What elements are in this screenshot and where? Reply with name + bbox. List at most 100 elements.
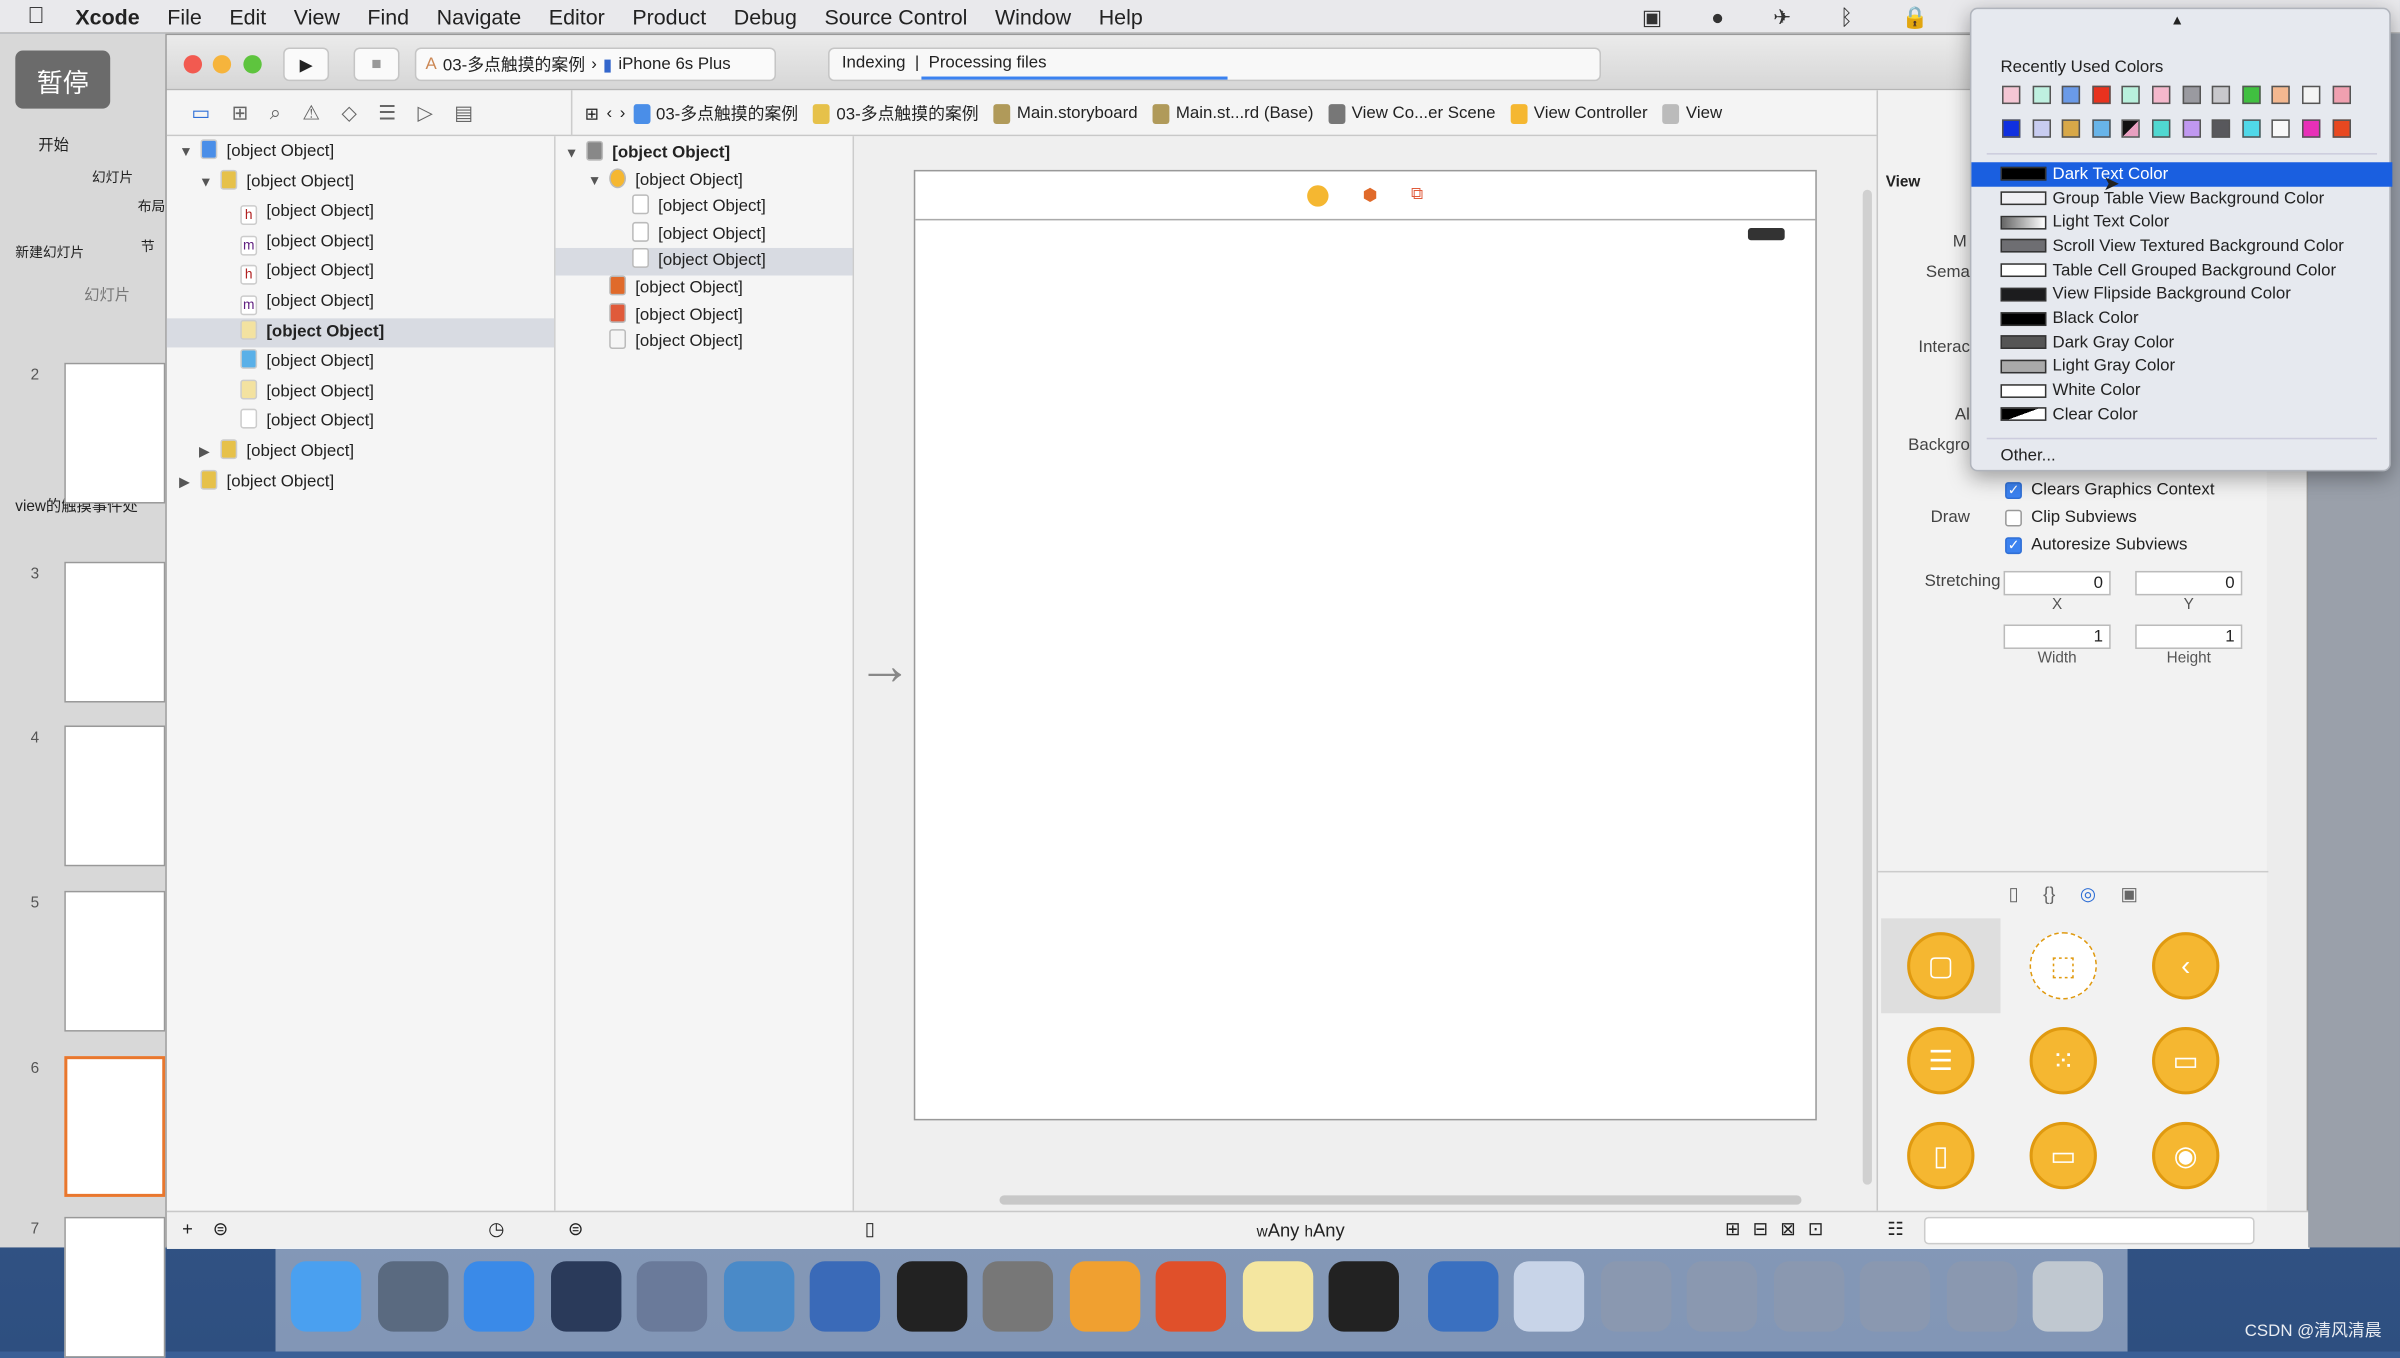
library-object[interactable]: ▭: [2126, 1013, 2245, 1108]
outline-item[interactable]: [object Object]: [556, 302, 853, 329]
ppt-slides-tab[interactable]: 幻灯片: [84, 282, 130, 305]
recent-color-swatch[interactable]: [2092, 85, 2111, 105]
navigator-item[interactable]: [object Object]: [166, 317, 555, 348]
storyboard-canvas[interactable]: → ⬢ ⧉: [854, 136, 1877, 1211]
outline-item[interactable]: ▼ [object Object]: [556, 140, 853, 168]
color-menu-item[interactable]: Scroll View Textured Background Color: [1971, 234, 2392, 258]
first-responder-icon[interactable]: ⬢: [1363, 185, 1378, 205]
dock-window2-icon[interactable]: [1686, 1261, 1758, 1332]
outline-item[interactable]: [object Object]: [555, 248, 853, 276]
slide-thumbnail[interactable]: [64, 362, 166, 504]
search-icon[interactable]: ⌕: [270, 101, 281, 125]
close-button[interactable]: [183, 55, 203, 74]
recent-color-swatch[interactable]: [2092, 119, 2111, 138]
library-object[interactable]: ▯: [1881, 1108, 2000, 1203]
library-object[interactable]: ⬚: [2004, 918, 2123, 1013]
slide-thumbnail[interactable]: [64, 1216, 166, 1358]
outline-item[interactable]: [object Object]: [556, 194, 853, 222]
dock-preview-icon[interactable]: [1513, 1261, 1585, 1332]
slide-thumbnail[interactable]: [64, 725, 166, 867]
recent-color-swatch[interactable]: [2062, 85, 2081, 105]
library-filter-input[interactable]: [1923, 1216, 2255, 1245]
layout-tools-icon[interactable]: ⊞⊟⊠⊡: [1725, 1218, 1836, 1239]
dock-terminal-icon[interactable]: [896, 1261, 967, 1332]
dock-finder-icon[interactable]: [290, 1261, 362, 1332]
color-menu-item[interactable]: Clear Color: [1971, 403, 2392, 427]
slide-thumbnail[interactable]: [64, 561, 166, 703]
dock-window3-icon[interactable]: [1773, 1261, 1844, 1332]
minimize-button[interactable]: [212, 55, 232, 74]
other-color-item[interactable]: Other...: [2000, 447, 2055, 465]
navigator-item[interactable]: ▶ [object Object]: [167, 438, 554, 468]
view-controller-scene[interactable]: ⬢ ⧉: [913, 169, 1817, 1121]
test-icon[interactable]: ◇: [342, 101, 357, 125]
menu-navigate[interactable]: Navigate: [437, 4, 522, 28]
menu-source-control[interactable]: Source Control: [824, 4, 967, 28]
checkbox[interactable]: [2005, 508, 2022, 526]
dock-trash-icon[interactable]: [2032, 1261, 2104, 1332]
stop-button[interactable]: ■: [353, 47, 400, 82]
recent-color-swatch[interactable]: [2242, 119, 2261, 138]
dock-powerpoint-p-icon[interactable]: [1155, 1261, 1227, 1332]
menu-view[interactable]: View: [294, 4, 340, 28]
color-menu-item[interactable]: Table Cell Grouped Background Color: [1971, 258, 2392, 282]
slide-thumbnail[interactable]: [64, 1056, 166, 1197]
recent-color-swatch[interactable]: [2002, 119, 2021, 138]
recent-color-swatch[interactable]: [2272, 85, 2291, 105]
outline-item[interactable]: [object Object]: [556, 221, 853, 249]
stretch-x-field[interactable]: 0: [2003, 570, 2111, 596]
checkbox-clears-graphics-context[interactable]: ✓ Clears Graphics Context: [2005, 481, 2215, 499]
dock-mouse-icon[interactable]: [550, 1261, 621, 1332]
navigator-item[interactable]: ▶ [object Object]: [167, 468, 554, 498]
library-object[interactable]: ◉: [2126, 1108, 2245, 1203]
recent-icon[interactable]: ◷: [488, 1218, 504, 1239]
menu-file[interactable]: File: [167, 4, 202, 28]
dock-quicktime-icon[interactable]: [1427, 1261, 1498, 1332]
library-object[interactable]: ▢: [1881, 918, 2001, 1014]
ppt-section[interactable]: 节: [141, 236, 155, 256]
library-object[interactable]: ☰: [1881, 1013, 2000, 1108]
forward-icon[interactable]: ›: [620, 104, 626, 122]
jump-bar-item[interactable]: 03-多点触摸的案例: [813, 101, 979, 125]
color-menu-item[interactable]: Dark Gray Color: [1971, 330, 2392, 354]
stretch-width-field[interactable]: 1: [2003, 624, 2111, 649]
ppt-tab-home[interactable]: 开始: [38, 132, 69, 155]
navigator-item[interactable]: m [object Object]: [167, 288, 554, 318]
play-icon[interactable]: ●: [1711, 5, 1724, 31]
vertical-scrollbar[interactable]: [1862, 189, 1872, 1185]
recent-color-swatch[interactable]: [2332, 119, 2351, 138]
scheme-selector[interactable]: A 03-多点触摸的案例 › ▮ iPhone 6s Plus: [414, 47, 777, 82]
hierarchy-icon[interactable]: ⊞: [232, 101, 249, 125]
recent-color-swatch[interactable]: [2122, 119, 2141, 138]
navigator-item[interactable]: h [object Object]: [167, 198, 554, 228]
recent-color-swatch[interactable]: [2182, 85, 2201, 105]
navigator-item[interactable]: [object Object]: [167, 408, 554, 438]
color-menu-item[interactable]: Black Color: [1971, 306, 2392, 330]
back-icon[interactable]: ‹: [606, 104, 612, 122]
dock-system-preferences-icon[interactable]: [982, 1261, 1054, 1332]
recent-color-swatch[interactable]: [2212, 119, 2231, 138]
dock-notes-icon[interactable]: [1242, 1261, 1313, 1332]
recent-color-swatch[interactable]: [2212, 85, 2231, 105]
breakpoint-icon[interactable]: ▷: [418, 101, 433, 125]
jump-bar-item[interactable]: 03-多点触摸的案例: [632, 101, 798, 125]
recent-color-swatch[interactable]: [2002, 85, 2021, 105]
bluetooth-icon[interactable]: ᛒ: [1840, 5, 1853, 31]
code-snippet-icon[interactable]: {}: [2043, 882, 2055, 903]
recent-color-swatch[interactable]: [2152, 85, 2171, 105]
navigator-item[interactable]: m [object Object]: [167, 228, 554, 258]
dock-xcode-icon[interactable]: [723, 1261, 794, 1332]
recent-color-swatch[interactable]: [2032, 85, 2051, 105]
list-view-icon[interactable]: ☷: [1887, 1218, 1903, 1239]
add-icon[interactable]: +: [182, 1218, 193, 1239]
recent-color-swatch[interactable]: [2122, 85, 2141, 105]
recent-color-swatch[interactable]: [2302, 85, 2321, 105]
color-menu-item[interactable]: White Color: [1971, 379, 2392, 403]
size-class-button[interactable]: wAny hAny: [1257, 1220, 1345, 1241]
stretch-y-field[interactable]: 0: [2135, 570, 2243, 596]
dock-exec-terminal-icon[interactable]: [1328, 1261, 1399, 1332]
apple-icon[interactable]: : [28, 3, 45, 29]
file-template-icon[interactable]: ▯: [2009, 882, 2019, 903]
dock-window5-icon[interactable]: [1946, 1261, 2017, 1332]
warning-icon[interactable]: ⚠: [302, 101, 320, 125]
